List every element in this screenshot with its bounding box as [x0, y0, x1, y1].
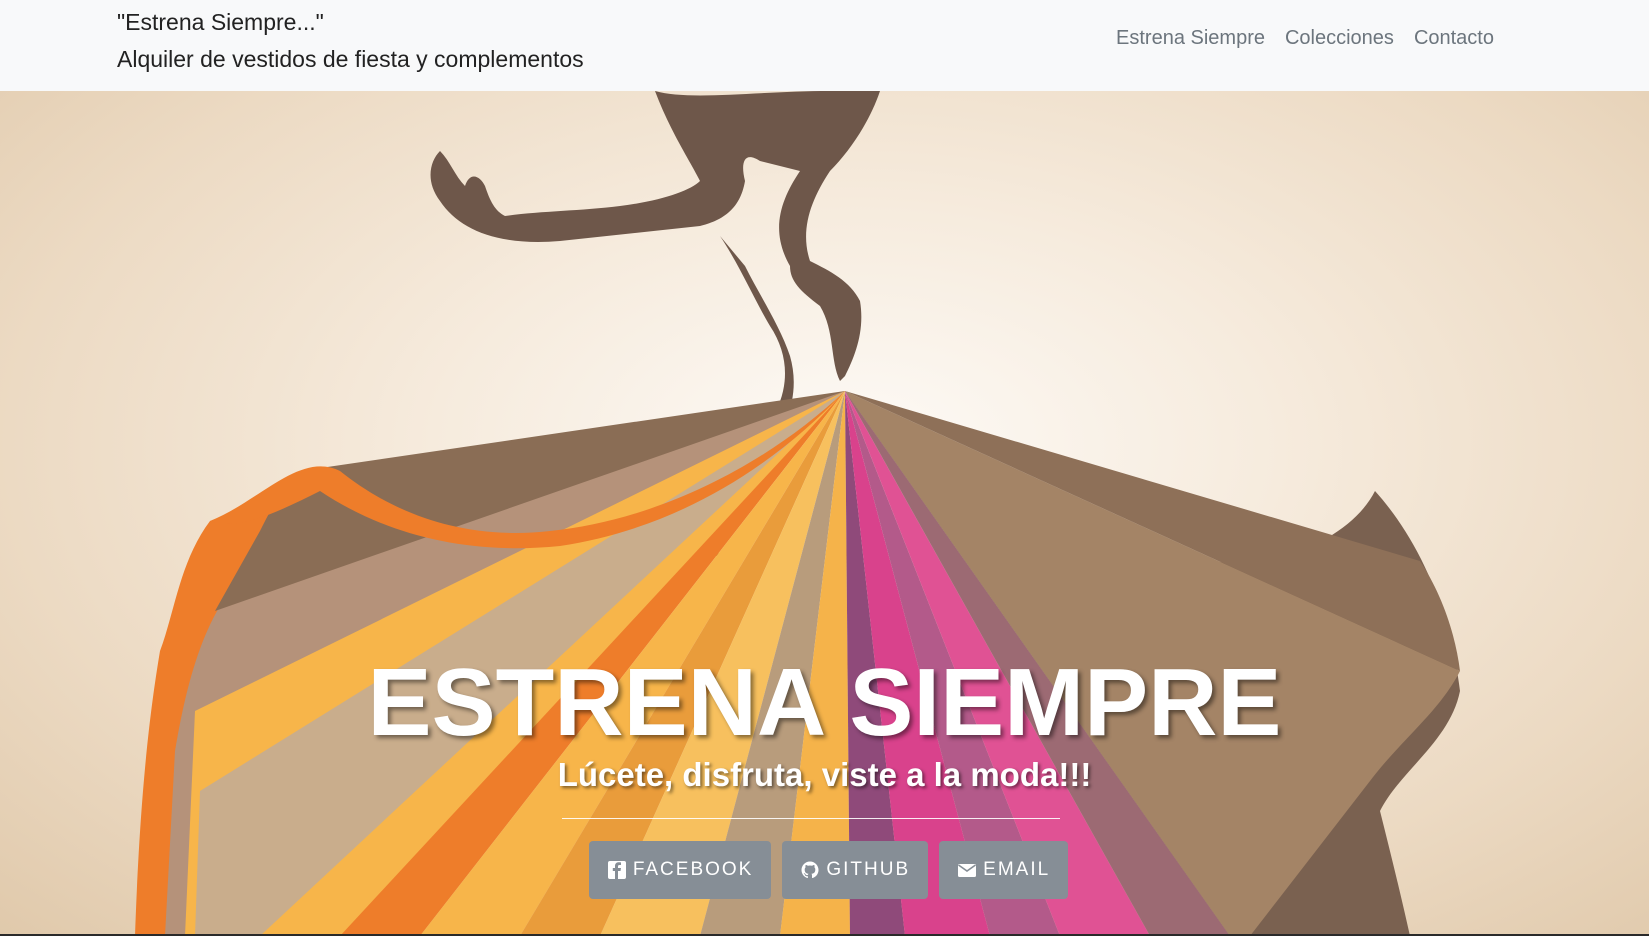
brand-tagline: Alquiler de vestidos de fiesta y complem…	[117, 46, 584, 72]
brand-title: "Estrena Siempre..."	[117, 9, 324, 35]
facebook-button[interactable]: FACEBOOK	[588, 841, 772, 899]
brand[interactable]: "Estrena Siempre..." Alquiler de vestido…	[117, 4, 584, 78]
facebook-icon	[607, 861, 626, 879]
envelope-icon	[958, 864, 977, 877]
hero-dress-illustration	[135, 91, 1460, 936]
hero-title: ESTRENA SIEMPRE	[367, 649, 1282, 756]
hero-subtitle: Lúcete, disfruta, viste a la moda!!!	[557, 756, 1092, 793]
email-button-label: EMAIL	[983, 859, 1051, 880]
top-navbar: "Estrena Siempre..." Alquiler de vestido…	[0, 0, 1649, 91]
github-button-label: GITHUB	[826, 859, 911, 880]
hero-section: ESTRENA SIEMPRE Lúcete, disfruta, viste …	[0, 91, 1649, 936]
github-button[interactable]: GITHUB	[782, 841, 929, 899]
facebook-button-label: FACEBOOK	[632, 859, 754, 880]
nav-links: Estrena Siempre Colecciones Contacto	[1116, 22, 1494, 54]
nav-link-colecciones[interactable]: Colecciones	[1285, 22, 1394, 54]
nav-link-estrena-siempre[interactable]: Estrena Siempre	[1116, 22, 1265, 54]
hero-divider	[562, 818, 1060, 819]
nav-link-contacto[interactable]: Contacto	[1414, 22, 1494, 54]
social-buttons: FACEBOOK GITHUB EMAIL	[0, 841, 1649, 899]
email-button[interactable]: EMAIL	[939, 841, 1069, 899]
github-icon	[801, 861, 819, 879]
